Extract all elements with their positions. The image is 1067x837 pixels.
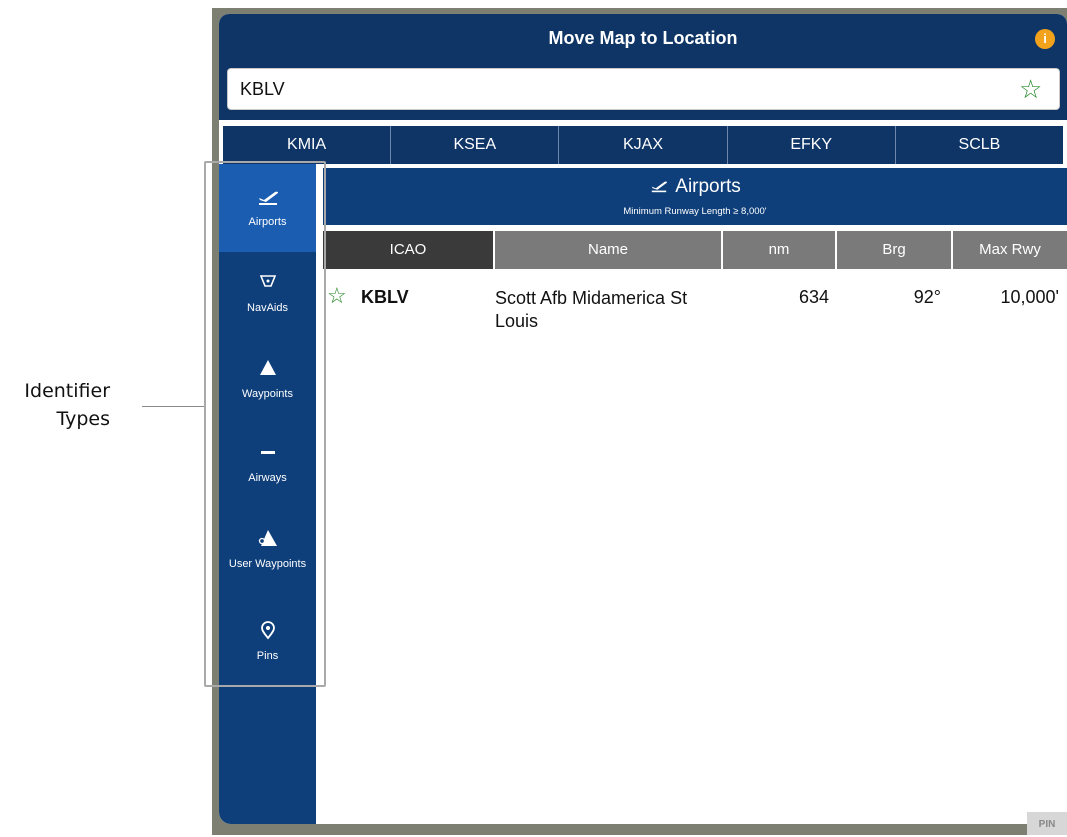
results-title-wrap: Airports: [323, 176, 1067, 198]
row-max-rwy: 10,000': [1000, 287, 1060, 307]
annotation-line-2: Types: [56, 408, 110, 430]
recent-locations: KMIA KSEA KJAX EFKY SCLB: [223, 126, 1063, 164]
recent-item-kjax[interactable]: KJAX: [559, 126, 728, 164]
plane-departure-icon: [652, 181, 668, 193]
recent-item-efky[interactable]: EFKY: [728, 126, 896, 164]
column-header-brg[interactable]: Brg: [835, 231, 951, 269]
annotation-leader-line: [142, 406, 205, 407]
search-bar: ☆: [219, 62, 1067, 120]
title-bar: Move Map to Location i: [219, 14, 1067, 62]
recent-item-sclb[interactable]: SCLB: [896, 126, 1063, 164]
row-name: Scott Afb Midamerica St Louis: [495, 288, 688, 331]
column-header-max-rwy[interactable]: Max Rwy: [951, 231, 1067, 269]
row-nm: 634: [798, 287, 829, 307]
results-header: Airports Minimum Runway Length ≥ 8,000': [323, 168, 1067, 225]
info-icon[interactable]: i: [1035, 29, 1055, 49]
dialog-title: Move Map to Location: [548, 28, 738, 48]
search-input[interactable]: [227, 68, 1060, 110]
recent-item-kmia[interactable]: KMIA: [223, 126, 392, 164]
star-outline-icon[interactable]: ☆: [1019, 76, 1042, 102]
move-map-dialog: Move Map to Location i ☆ KMIA KSEA KJAX …: [219, 14, 1067, 824]
recent-item-ksea[interactable]: KSEA: [391, 126, 560, 164]
column-header-name[interactable]: Name: [493, 231, 721, 269]
table-row[interactable]: ☆ KBLV Scott Afb Midamerica St Louis 634…: [323, 284, 1067, 344]
row-brg: 92°: [913, 287, 941, 307]
identifier-types-annotation: Identifier Types: [24, 377, 110, 433]
row-icao: KBLV: [361, 287, 409, 307]
annotation-line-1: Identifier: [24, 380, 110, 402]
results-title: Airports: [675, 176, 741, 197]
column-header-nm[interactable]: nm: [721, 231, 835, 269]
results-column-headers: ICAO Name nm Brg Max Rwy: [323, 231, 1067, 269]
annotation-highlight-box: [204, 161, 326, 687]
star-outline-icon[interactable]: ☆: [327, 284, 347, 308]
results-subtitle: Minimum Runway Length ≥ 8,000': [623, 206, 767, 217]
column-header-icao[interactable]: ICAO: [323, 231, 493, 269]
corner-tag: PIN: [1027, 812, 1067, 835]
